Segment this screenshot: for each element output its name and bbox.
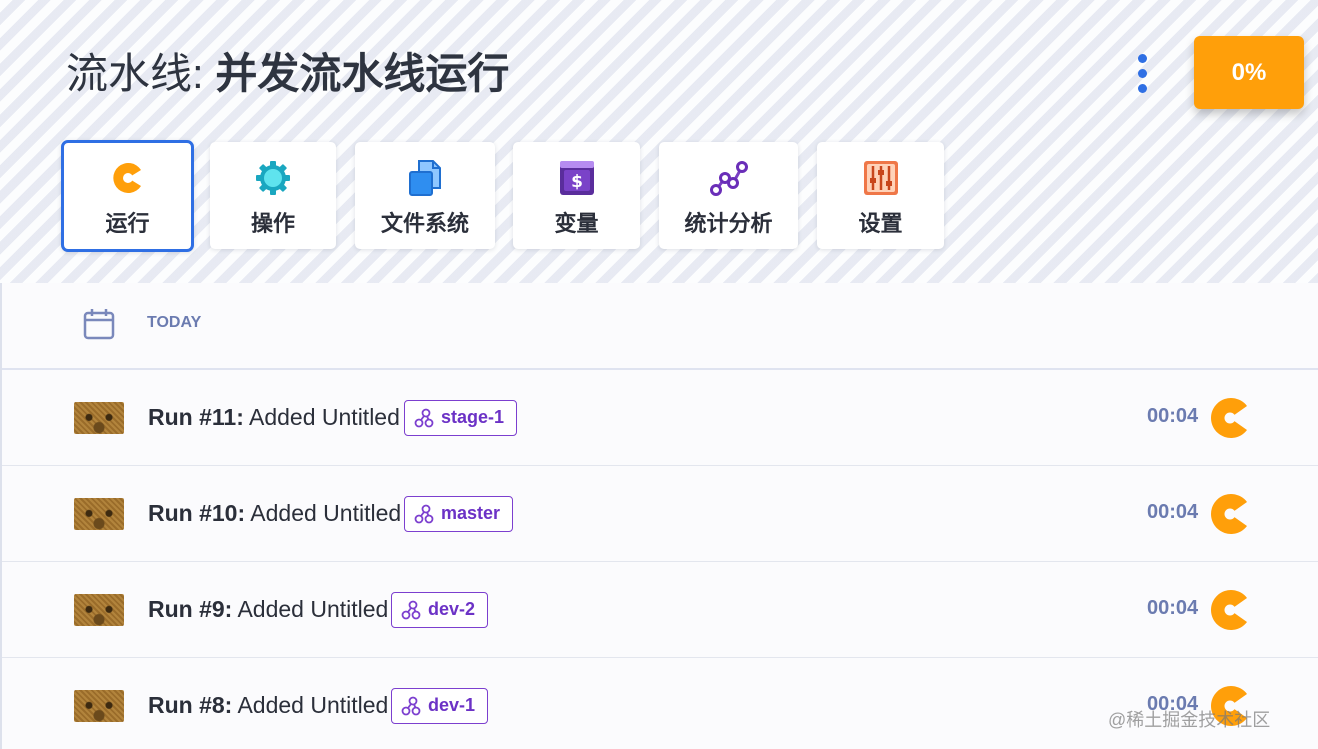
branch-icon — [401, 696, 421, 716]
branch-icon — [414, 504, 434, 524]
run-message: Added Untitled — [249, 404, 400, 430]
run-row[interactable]: Run #9: Added Untitled dev-2 00:04 — [2, 562, 1318, 658]
run-row[interactable]: Run #10: Added Untitled master 00:04 — [2, 466, 1318, 562]
avatar — [74, 594, 124, 626]
tab-runs[interactable]: 运行 — [61, 140, 194, 252]
run-duration: 00:04 — [1147, 405, 1199, 427]
page-title: 流水线: 并发流水线运行 — [66, 44, 509, 104]
svg-text:$: $ — [571, 172, 583, 192]
runs-list: TODAY Run #11: Added Untitled stage-1 00… — [0, 283, 1318, 749]
run-row[interactable]: Run #11: Added Untitled stage-1 00:04 — [2, 370, 1318, 466]
avatar — [74, 498, 124, 530]
run-title: Run #10: Added Untitled — [148, 498, 401, 528]
branch-badge[interactable]: dev-2 — [391, 592, 489, 628]
run-duration: 00:04 — [1147, 597, 1199, 619]
pipeline-name: 并发流水线运行 — [215, 50, 510, 97]
branch-name: stage-1 — [441, 407, 505, 427]
tab-analytics[interactable]: 统计分析 — [659, 142, 798, 249]
run-message: Added Untitled — [237, 692, 389, 718]
title-prefix: 流水线: — [66, 50, 204, 97]
graph-icon — [709, 161, 748, 196]
branch-icon — [401, 600, 421, 620]
tab-filesystem[interactable]: 文件系统 — [355, 142, 495, 249]
tab-label: 变量 — [554, 211, 599, 236]
pacman-spinner-icon — [112, 163, 141, 193]
run-duration: 00:04 — [1147, 501, 1199, 523]
gear-icon — [256, 161, 290, 195]
branch-name: dev-1 — [428, 695, 476, 715]
run-title: Run #8: Added Untitled — [148, 690, 388, 720]
run-row[interactable]: Run #8: Added Untitled dev-1 00:04 — [2, 658, 1318, 749]
calendar-icon — [83, 309, 115, 340]
branch-name: master — [441, 503, 501, 523]
run-number: Run #9: — [148, 596, 233, 622]
running-spinner-icon — [1211, 590, 1247, 630]
tab-label: 运行 — [105, 211, 150, 236]
tab-actions[interactable]: 操作 — [210, 142, 336, 249]
running-spinner-icon — [1211, 398, 1247, 438]
files-icon — [409, 160, 441, 196]
run-title: Run #11: Added Untitled — [148, 402, 400, 432]
tab-label: 操作 — [250, 211, 295, 236]
dollar-icon: $ — [559, 161, 594, 195]
run-number: Run #8: — [148, 692, 233, 718]
tab-label: 文件系统 — [380, 211, 469, 236]
branch-badge[interactable]: stage-1 — [404, 400, 518, 436]
run-number: Run #10: — [148, 500, 246, 526]
progress-button[interactable]: 0% — [1194, 36, 1304, 109]
branch-badge[interactable]: dev-1 — [391, 688, 489, 724]
progress-label: 0% — [1231, 58, 1267, 86]
more-options-icon[interactable] — [1128, 52, 1158, 96]
branch-name: dev-2 — [428, 599, 476, 619]
run-message: Added Untitled — [250, 500, 402, 526]
run-title: Run #9: Added Untitled — [148, 594, 388, 624]
running-spinner-icon — [1211, 494, 1247, 534]
tab-settings[interactable]: 设置 — [817, 142, 944, 249]
tab-label: 统计分析 — [684, 211, 773, 236]
page-header: 流水线: 并发流水线运行 0% 运行 操作 文件系统 $ 变量 统计分析 设置 — [0, 0, 1318, 283]
pipeline-page: 流水线: 并发流水线运行 0% 运行 操作 文件系统 $ 变量 统计分析 设置 … — [0, 0, 1318, 749]
branch-icon — [414, 408, 434, 428]
date-section-header: TODAY — [2, 283, 1318, 370]
section-label: TODAY — [147, 314, 202, 331]
run-message: Added Untitled — [237, 596, 389, 622]
tab-label: 设置 — [858, 211, 903, 236]
run-number: Run #11: — [148, 404, 244, 430]
avatar — [74, 402, 124, 434]
tab-variables[interactable]: $ 变量 — [513, 142, 640, 249]
avatar — [74, 690, 124, 722]
branch-badge[interactable]: master — [404, 496, 514, 532]
watermark: @稀土掘金技术社区 — [1108, 710, 1271, 730]
sliders-icon — [863, 161, 898, 195]
